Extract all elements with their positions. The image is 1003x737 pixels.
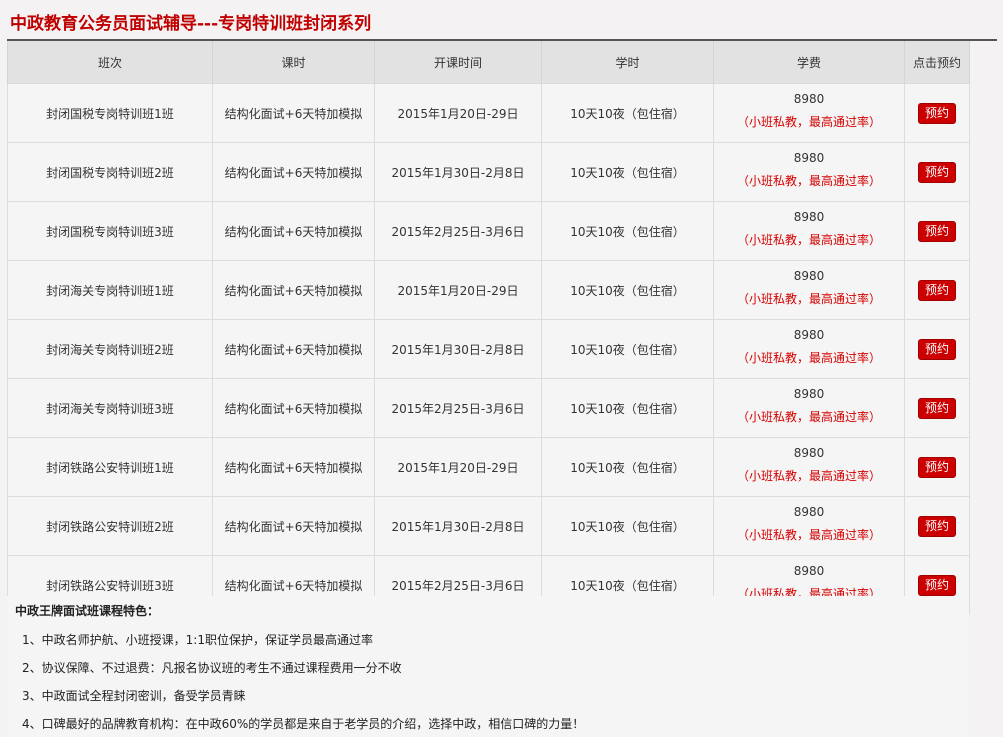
feature-item: 1、中政名师护航、小班授课，1:1职位保护，保证学员最高通过率 <box>22 633 373 647</box>
duration-cell: 10天10夜（包住宿） <box>541 496 714 556</box>
table-row: 封闭国税专岗特训班2班 结构化面试+6天特加模拟 2015年1月30日-2月8日… <box>7 142 970 202</box>
table-row: 封闭国税专岗特训班3班 结构化面试+6天特加模拟 2015年2月25日-3月6日… <box>7 201 970 261</box>
start-date-cell: 2015年1月30日-2月8日 <box>374 319 542 379</box>
fee-value: 8980 <box>793 210 825 224</box>
fee-cell: 8980 （小班私教，最高通过率） <box>713 201 905 261</box>
table-row: 封闭铁路公安特训班2班 结构化面试+6天特加模拟 2015年1月30日-2月8日… <box>7 496 970 556</box>
book-button[interactable]: 预约 <box>917 220 956 242</box>
book-button[interactable]: 预约 <box>917 574 956 596</box>
fee-value: 8980 <box>793 564 825 578</box>
fee-cell: 8980 （小班私教，最高通过率） <box>713 437 905 497</box>
book-button[interactable]: 预约 <box>917 515 956 537</box>
duration-cell: 10天10夜（包住宿） <box>541 319 714 379</box>
fee-cell: 8980 （小班私教，最高通过率） <box>713 319 905 379</box>
class-name-cell: 封闭国税专岗特训班1班 <box>7 83 213 143</box>
column-header-fee: 学费 <box>713 41 905 84</box>
course-cell: 结构化面试+6天特加模拟 <box>212 496 375 556</box>
class-schedule-table: 班次 课时 开课时间 学时 学费 点击预约 封闭国税专岗特训班1班 结构化面试+… <box>7 41 970 615</box>
class-name-cell: 封闭铁路公安特训班1班 <box>7 437 213 497</box>
column-header-start-date: 开课时间 <box>374 41 542 84</box>
book-button[interactable]: 预约 <box>917 279 956 301</box>
fee-note: （小班私教，最高通过率） <box>736 410 881 424</box>
fee-note: （小班私教，最高通过率） <box>736 528 881 542</box>
duration-cell: 10天10夜（包住宿） <box>541 201 714 261</box>
course-cell: 结构化面试+6天特加模拟 <box>212 378 375 438</box>
table-header-row: 班次 课时 开课时间 学时 学费 点击预约 <box>7 41 970 84</box>
fee-note: （小班私教，最高通过率） <box>736 115 881 129</box>
booking-cell: 预约 <box>904 201 970 261</box>
class-name-cell: 封闭国税专岗特训班2班 <box>7 142 213 202</box>
table-row: 封闭国税专岗特训班1班 结构化面试+6天特加模拟 2015年1月20日-29日 … <box>7 83 970 143</box>
table-row: 封闭铁路公安特训班1班 结构化面试+6天特加模拟 2015年1月20日-29日 … <box>7 437 970 497</box>
column-header-class: 班次 <box>7 41 213 84</box>
feature-item: 4、口碑最好的品牌教育机构：在中政60%的学员都是来自于老学员的介绍，选择中政，… <box>22 717 585 731</box>
fee-note: （小班私教，最高通过率） <box>736 469 881 483</box>
duration-cell: 10天10夜（包住宿） <box>541 378 714 438</box>
start-date-cell: 2015年1月30日-2月8日 <box>374 142 542 202</box>
fee-note: （小班私教，最高通过率） <box>736 292 881 306</box>
course-cell: 结构化面试+6天特加模拟 <box>212 201 375 261</box>
column-header-course: 课时 <box>212 41 375 84</box>
booking-cell: 预约 <box>904 83 970 143</box>
booking-cell: 预约 <box>904 496 970 556</box>
fee-value: 8980 <box>793 92 825 106</box>
fee-value: 8980 <box>793 151 825 165</box>
column-header-booking: 点击预约 <box>904 41 970 84</box>
fee-value: 8980 <box>793 387 825 401</box>
start-date-cell: 2015年1月30日-2月8日 <box>374 496 542 556</box>
start-date-cell: 2015年1月20日-29日 <box>374 83 542 143</box>
fee-cell: 8980 （小班私教，最高通过率） <box>713 142 905 202</box>
course-cell: 结构化面试+6天特加模拟 <box>212 319 375 379</box>
class-name-cell: 封闭国税专岗特训班3班 <box>7 201 213 261</box>
class-name-cell: 封闭铁路公安特训班2班 <box>7 496 213 556</box>
table-row: 封闭海关专岗特训班2班 结构化面试+6天特加模拟 2015年1月30日-2月8日… <box>7 319 970 379</box>
duration-cell: 10天10夜（包住宿） <box>541 260 714 320</box>
features-heading: 中政王牌面试班课程特色： <box>15 604 160 618</box>
duration-cell: 10天10夜（包住宿） <box>541 83 714 143</box>
duration-cell: 10天10夜（包住宿） <box>541 142 714 202</box>
fee-note: （小班私教，最高通过率） <box>736 351 881 365</box>
booking-cell: 预约 <box>904 437 970 497</box>
start-date-cell: 2015年2月25日-3月6日 <box>374 201 542 261</box>
fee-cell: 8980 （小班私教，最高通过率） <box>713 260 905 320</box>
class-name-cell: 封闭海关专岗特训班2班 <box>7 319 213 379</box>
fee-cell: 8980 （小班私教，最高通过率） <box>713 83 905 143</box>
start-date-cell: 2015年2月25日-3月6日 <box>374 378 542 438</box>
course-cell: 结构化面试+6天特加模拟 <box>212 260 375 320</box>
booking-cell: 预约 <box>904 142 970 202</box>
fee-note: （小班私教，最高通过率） <box>736 174 881 188</box>
course-cell: 结构化面试+6天特加模拟 <box>212 83 375 143</box>
course-cell: 结构化面试+6天特加模拟 <box>212 437 375 497</box>
column-header-duration: 学时 <box>541 41 714 84</box>
start-date-cell: 2015年1月20日-29日 <box>374 260 542 320</box>
booking-cell: 预约 <box>904 378 970 438</box>
book-button[interactable]: 预约 <box>917 397 956 419</box>
book-button[interactable]: 预约 <box>917 102 956 124</box>
page-title: 中政教育公务员面试辅导---专岗特训班封闭系列 <box>10 14 372 34</box>
feature-item: 2、协议保障、不过退费：凡报名协议班的考生不通过课程费用一分不收 <box>22 661 402 675</box>
feature-item: 3、中政面试全程封闭密训，备受学员青睐 <box>22 689 246 703</box>
fee-value: 8980 <box>793 328 825 342</box>
course-cell: 结构化面试+6天特加模拟 <box>212 142 375 202</box>
course-features-section: 中政王牌面试班课程特色： 1、中政名师护航、小班授课，1:1职位保护，保证学员最… <box>7 596 969 737</box>
booking-cell: 预约 <box>904 260 970 320</box>
class-name-cell: 封闭海关专岗特训班3班 <box>7 378 213 438</box>
fee-cell: 8980 （小班私教，最高通过率） <box>713 496 905 556</box>
duration-cell: 10天10夜（包住宿） <box>541 437 714 497</box>
book-button[interactable]: 预约 <box>917 338 956 360</box>
book-button[interactable]: 预约 <box>917 161 956 183</box>
table-row: 封闭海关专岗特训班1班 结构化面试+6天特加模拟 2015年1月20日-29日 … <box>7 260 970 320</box>
table-row: 封闭海关专岗特训班3班 结构化面试+6天特加模拟 2015年2月25日-3月6日… <box>7 378 970 438</box>
start-date-cell: 2015年1月20日-29日 <box>374 437 542 497</box>
fee-value: 8980 <box>793 505 825 519</box>
fee-value: 8980 <box>793 446 825 460</box>
fee-note: （小班私教，最高通过率） <box>736 233 881 247</box>
book-button[interactable]: 预约 <box>917 456 956 478</box>
fee-cell: 8980 （小班私教，最高通过率） <box>713 378 905 438</box>
class-name-cell: 封闭海关专岗特训班1班 <box>7 260 213 320</box>
fee-value: 8980 <box>793 269 825 283</box>
booking-cell: 预约 <box>904 319 970 379</box>
